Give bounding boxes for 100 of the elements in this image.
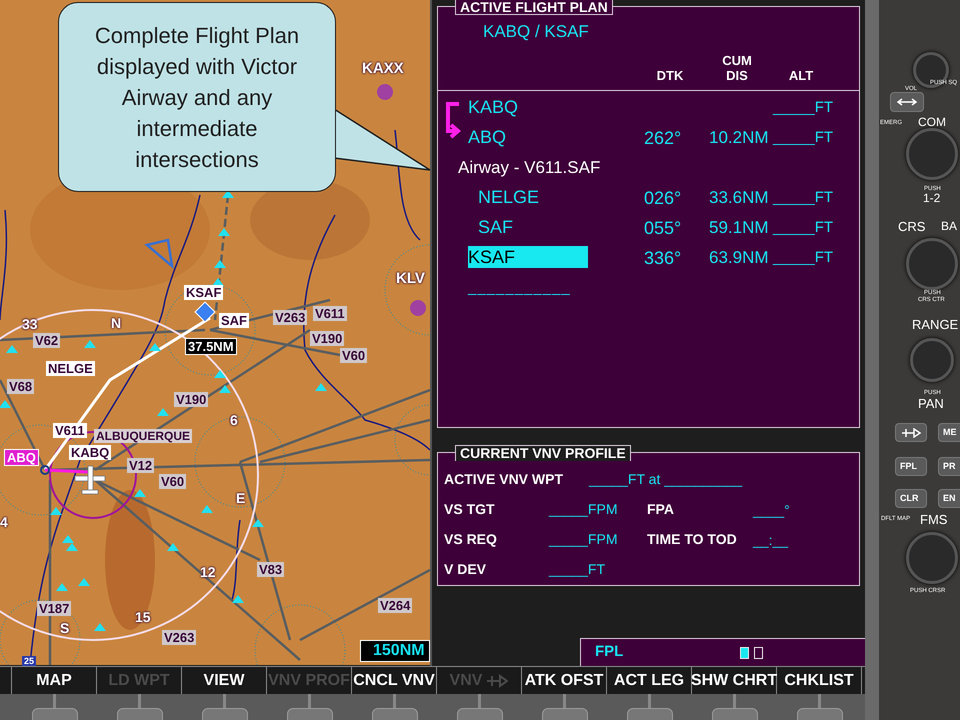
bezel-label: BA: [941, 220, 958, 232]
airway-label: V60: [159, 474, 186, 489]
highway-label: 25: [22, 656, 36, 666]
column-header: CUM DIS: [721, 53, 753, 83]
dtk-value: 336°: [644, 248, 682, 268]
field-value: _____FT at __________: [589, 471, 742, 487]
bezel-key[interactable]: [32, 708, 78, 720]
bezel-key[interactable]: [372, 708, 418, 720]
airway-entry[interactable]: Airway - V611.SAF: [458, 155, 600, 181]
compass-label: N: [111, 314, 122, 333]
field-value: ____°: [753, 500, 790, 520]
rotary-knob[interactable]: [906, 532, 958, 584]
altitude-value: _____FT: [773, 248, 834, 268]
airway-label: V264: [378, 598, 412, 613]
bezel-button[interactable]: PR: [938, 457, 960, 476]
waypoint-label: SAF: [219, 313, 249, 328]
compass-label: 4: [0, 513, 8, 532]
waypoint-name[interactable]: SAF: [478, 216, 514, 238]
rotary-knob[interactable]: [906, 128, 958, 180]
airway-label: V190: [310, 331, 344, 346]
softkey[interactable]: SHW CHRT: [692, 667, 777, 694]
airway-label: V68: [7, 379, 34, 394]
panel-title: ACTIVE FLIGHT PLAN: [455, 0, 613, 15]
compass-label: E: [236, 489, 246, 508]
softkey[interactable]: CNCL VNV: [352, 667, 437, 694]
waypoint-label: NELGE: [46, 361, 95, 376]
airway-label: V83: [257, 562, 284, 577]
callout: Complete Flight Plan displayed with Victor Airway and any intermediate intersections: [58, 2, 336, 192]
bezel-label: PAN: [918, 397, 944, 410]
map-scale-label: 150NM: [360, 640, 430, 662]
bezel-key[interactable]: [117, 708, 163, 720]
field-label: TIME TO TOD: [647, 531, 737, 547]
column-header: DTK: [656, 68, 684, 83]
compass-label: 12: [200, 563, 216, 582]
waypoint-label: V611: [53, 423, 87, 438]
bezel-button[interactable]: FPL: [895, 457, 927, 476]
airway-label: V263: [162, 630, 196, 645]
compass-label: 15: [135, 608, 151, 627]
dtk-value: 055°: [644, 218, 682, 238]
airport-label: KAXX: [362, 59, 404, 79]
airway-label: V263: [273, 310, 308, 325]
range-label: 37.5NM: [185, 338, 237, 355]
waypoint-name[interactable]: KABQ: [468, 96, 518, 118]
airport-label: KLV: [396, 269, 425, 289]
bezel-label: FMS: [920, 513, 948, 526]
bezel-key[interactable]: [712, 708, 758, 720]
direct-to-button[interactable]: [895, 423, 927, 442]
field-label: V DEV: [444, 561, 486, 577]
bezel-label: COM: [918, 116, 946, 128]
waypoint-label: KABQ: [69, 445, 112, 460]
rotary-knob[interactable]: [910, 338, 954, 382]
direct-to-icon: [486, 674, 508, 688]
distance-value: 10.2NM: [709, 128, 769, 147]
double-arrow-icon: [897, 98, 917, 106]
waypoint-name[interactable]: KSAF: [468, 246, 588, 268]
field-value: _____FPM: [549, 501, 618, 517]
field-value: _____FT: [549, 561, 606, 577]
bezel-button[interactable]: CLR: [895, 489, 927, 508]
swap-button[interactable]: [890, 92, 924, 112]
compass-label: 6: [230, 411, 238, 430]
rotary-knob[interactable]: [906, 238, 958, 290]
field-value: _____FPM: [549, 531, 618, 547]
altitude-value: _____FT: [773, 98, 834, 118]
airway-label: V12: [127, 458, 154, 473]
bezel-key[interactable]: [202, 708, 248, 720]
bezel-key[interactable]: [542, 708, 588, 720]
airway-label: V190: [174, 392, 208, 407]
bezel-key[interactable]: [457, 708, 503, 720]
dtk-value: 026°: [644, 188, 682, 208]
bezel-label: RANGE: [912, 318, 958, 331]
airway-label: V60: [340, 348, 368, 363]
bezel-key[interactable]: [287, 708, 333, 720]
distance-value: 59.1NM: [709, 218, 769, 237]
empty-waypoint-entry[interactable]: ___________: [468, 276, 571, 300]
bezel-key[interactable]: [797, 708, 843, 720]
field-label: ACTIVE VNV WPT: [444, 471, 564, 487]
bezel-button[interactable]: ME: [938, 423, 960, 442]
airway-label: V187: [37, 601, 72, 616]
city-label: ALBUQUERQUE: [94, 429, 192, 443]
compass-label: S: [60, 619, 70, 638]
bezel-label: 1-2: [923, 192, 940, 204]
column-header: ALT: [788, 68, 814, 83]
waypoint-name[interactable]: ABQ: [468, 126, 506, 148]
altitude-value: _____FT: [773, 218, 834, 238]
panel-title: CURRENT VNV PROFILE: [455, 445, 631, 461]
field-label: VS REQ: [444, 531, 497, 547]
bezel-label: CRS: [898, 220, 926, 233]
airway-label: V611: [313, 306, 347, 321]
bezel-button[interactable]: EN: [938, 489, 960, 508]
altitude-value: _____FT: [773, 128, 834, 148]
distance-value: 33.6NM: [709, 188, 769, 207]
altitude-value: _____FT: [773, 188, 834, 208]
softkey[interactable]: ATK OFST: [522, 667, 607, 694]
dtk-value: 262°: [644, 128, 682, 148]
active-waypoint-label: ABQ: [4, 449, 39, 466]
field-value: __:__: [753, 530, 788, 550]
waypoint-name[interactable]: NELGE: [478, 186, 540, 208]
direct-to-icon: [901, 428, 921, 438]
bezel-key[interactable]: [627, 708, 673, 720]
field-label: FPA: [647, 501, 674, 517]
